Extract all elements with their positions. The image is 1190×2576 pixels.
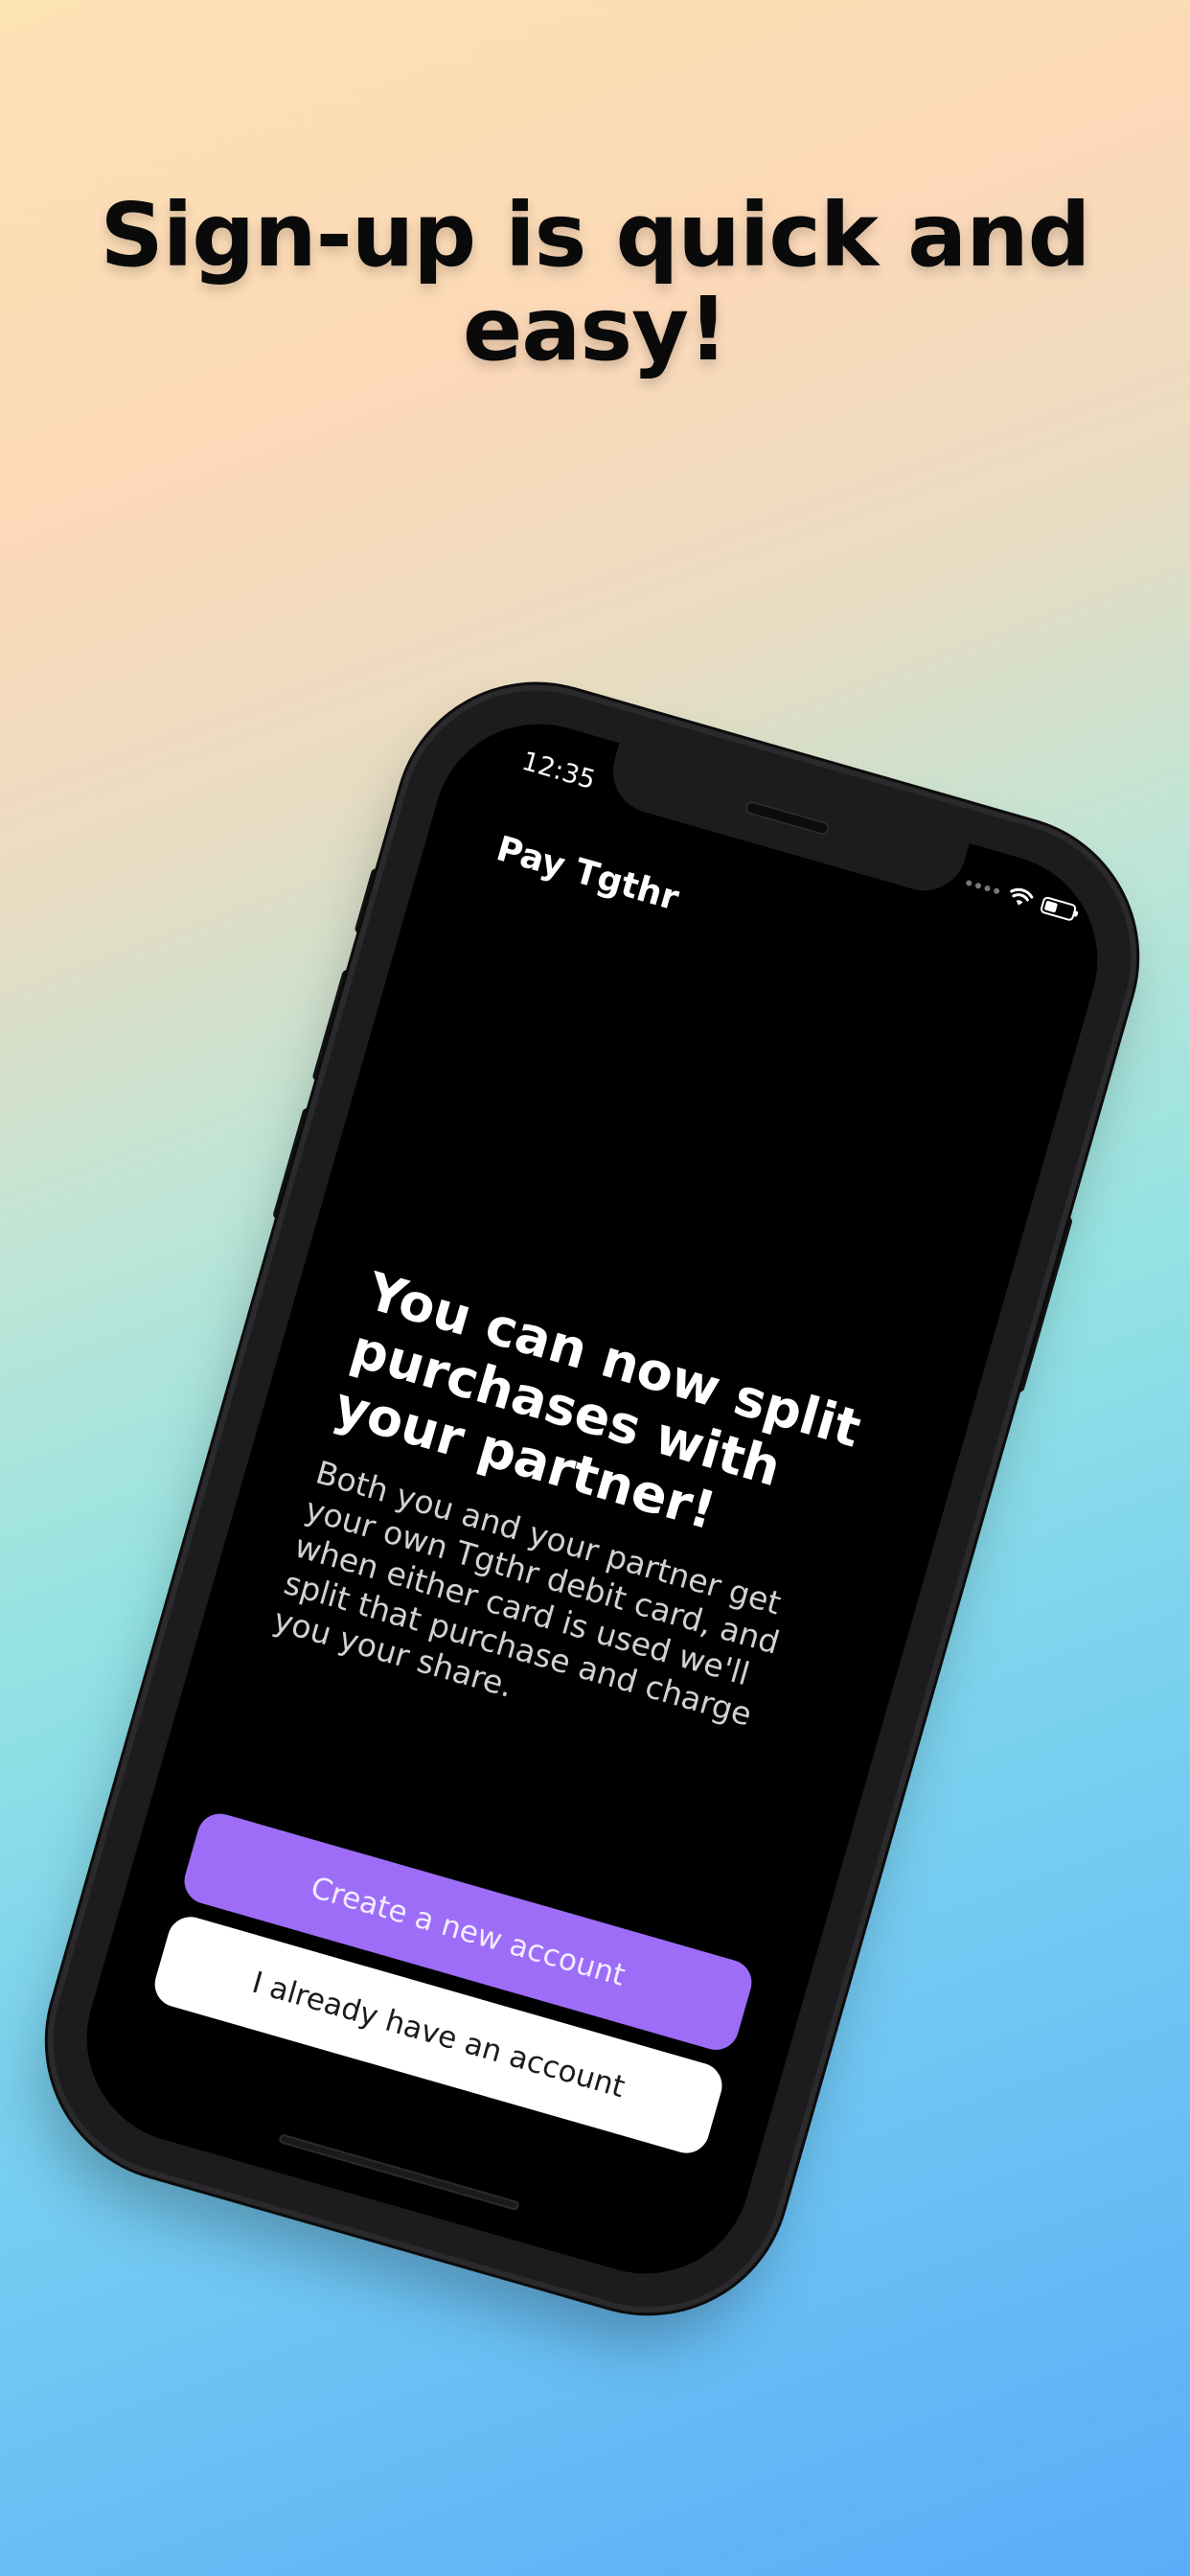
app-brand: Pay Tgthr <box>492 829 683 919</box>
phone-frame: 12:35 Pay Tgthr You can now split purcha… <box>21 658 1163 2339</box>
signal-dots-icon <box>965 879 1000 895</box>
headline-line-2: easy! <box>462 277 728 380</box>
marketing-headline: Sign-up is quick and easy! <box>57 188 1133 380</box>
status-time: 12:35 <box>518 746 599 796</box>
speaker-grille <box>744 799 831 837</box>
wifi-icon <box>1010 887 1034 906</box>
onboarding-content: You can now split purchases with your pa… <box>269 1261 902 1788</box>
headline-line-1: Sign-up is quick and <box>100 183 1090 287</box>
phone-screen: 12:35 Pay Tgthr You can now split purcha… <box>61 699 1123 2299</box>
status-icons <box>964 873 1078 923</box>
phone-mockup: 12:35 Pay Tgthr You can now split purcha… <box>21 658 1163 2339</box>
home-indicator <box>278 2133 520 2212</box>
battery-icon <box>1039 895 1078 922</box>
